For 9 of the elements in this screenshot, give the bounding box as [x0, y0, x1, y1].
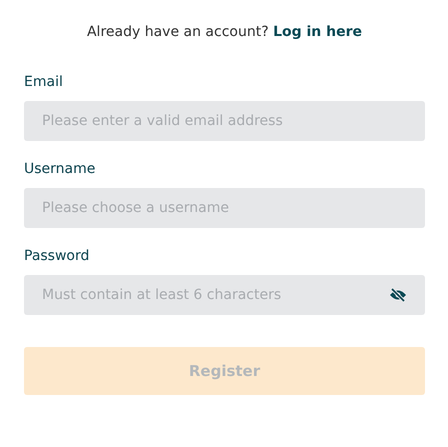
input-field[interactable]: Please choose a username — [24, 188, 425, 228]
login-link[interactable]: Log in here — [273, 24, 362, 40]
field-label: Username — [24, 161, 96, 177]
password-field[interactable]: Must contain at least 6 characters — [24, 275, 425, 315]
eye-slash-icon[interactable] — [389, 288, 407, 302]
input-field[interactable]: Please enter a valid email address — [24, 101, 425, 141]
field-label: Password — [24, 248, 90, 264]
login-prompt: Already have an account? Log in here — [86, 24, 362, 40]
field-label: Email — [24, 74, 64, 90]
